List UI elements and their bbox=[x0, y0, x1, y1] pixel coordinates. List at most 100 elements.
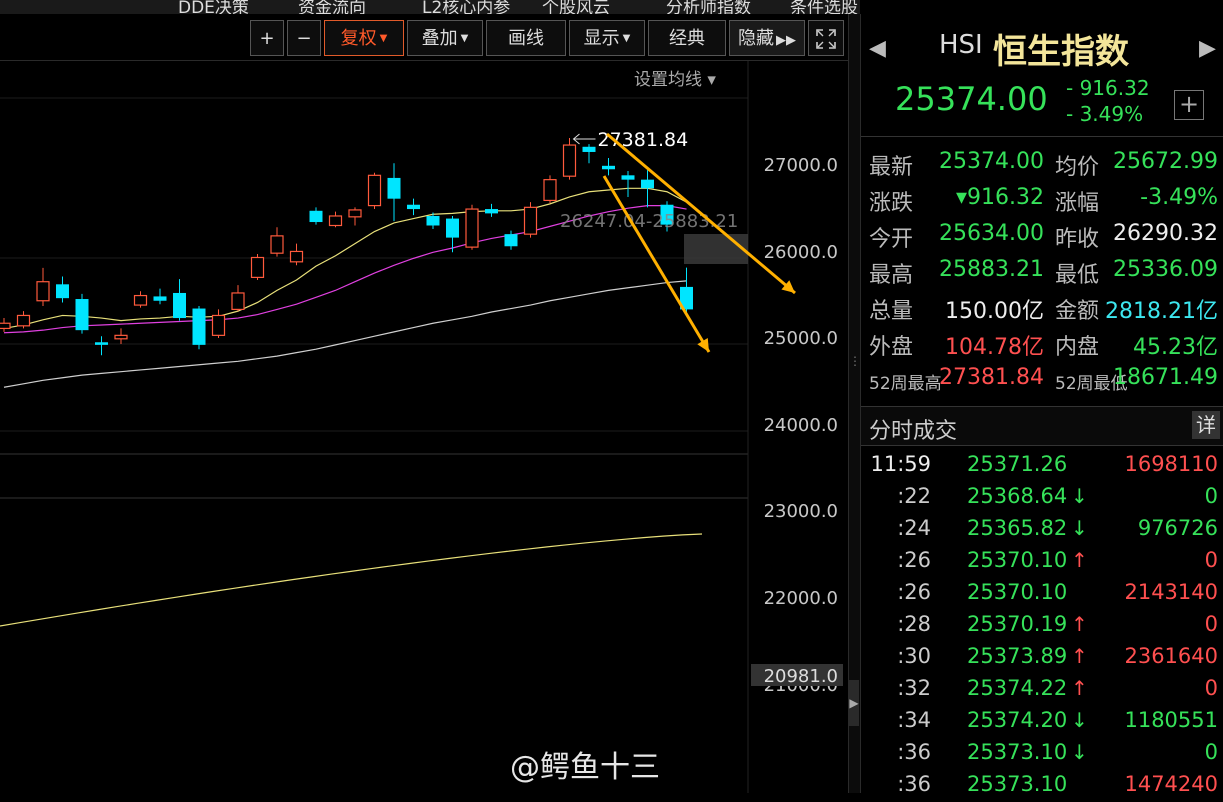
trade-price: 25374.22 bbox=[967, 676, 1068, 700]
menu-analyst[interactable]: 分析师指数 bbox=[666, 0, 751, 14]
add-watchlist-button[interactable]: + bbox=[1174, 90, 1204, 120]
candle-body-up bbox=[562, 144, 577, 177]
trade-direction-icon: ↓ bbox=[1071, 708, 1088, 732]
high-price-label: 27381.84 bbox=[598, 129, 689, 151]
zoom-out-button[interactable]: − bbox=[287, 20, 321, 56]
candle-body-down bbox=[504, 234, 518, 247]
collapse-panel-button[interactable]: ▶ bbox=[849, 680, 859, 726]
candle-body-up bbox=[465, 208, 479, 248]
stat-value: 25883.21 bbox=[939, 257, 1044, 282]
hide-button[interactable]: 隐藏 ▶▶ bbox=[729, 20, 805, 56]
trade-volume: 2143140 bbox=[1124, 580, 1218, 604]
candle-body-up bbox=[231, 292, 245, 310]
draw-line-button[interactable]: 画线 bbox=[486, 20, 566, 56]
candle-body-up bbox=[211, 314, 226, 336]
stat-value: 25634.00 bbox=[939, 221, 1044, 246]
trade-direction-icon: ↓ bbox=[1071, 516, 1088, 540]
quote-header: ◀ HSI 恒生指数 ▶ 25374.00 - 916.32 - 3.49% + bbox=[861, 14, 1223, 137]
stat-value: 26290.32 bbox=[1113, 221, 1218, 246]
stat-label: 52周最高 bbox=[869, 374, 942, 394]
trade-volume: 976726 bbox=[1137, 516, 1218, 540]
trade-volume: 1698110 bbox=[1124, 452, 1218, 476]
trade-price: 25371.26 bbox=[967, 452, 1068, 476]
trades-detail-button[interactable]: 详 bbox=[1192, 411, 1220, 439]
chevron-down-icon: ▼ bbox=[622, 33, 631, 44]
stat-value: 18671.49 bbox=[1113, 365, 1218, 390]
menu-l2[interactable]: L2核心内参 bbox=[422, 0, 510, 14]
candle-body-up bbox=[523, 206, 538, 235]
stat-value: 104.78亿 bbox=[945, 335, 1044, 360]
price-marker-box bbox=[684, 234, 748, 264]
stats-row: 外盘 104.78亿 内盘 45.23亿 bbox=[861, 324, 1223, 360]
chevron-right-icon: ▶ bbox=[849, 696, 859, 710]
menu-stock-news[interactable]: 个股风云 bbox=[542, 0, 610, 14]
display-label: 显示 bbox=[583, 28, 620, 49]
trades-list[interactable]: 11:59 25371.26 1698110:22 25368.64 ↓ 0:24 2536… bbox=[861, 450, 1223, 802]
trade-time: :34 bbox=[897, 708, 931, 732]
trade-row: :36 25373.10 1474240 bbox=[861, 770, 1223, 802]
trade-time: :36 bbox=[897, 740, 931, 764]
trade-direction-icon: ↓ bbox=[1071, 740, 1088, 764]
candle-body-up bbox=[0, 322, 11, 330]
menu-dde[interactable]: DDE决策 bbox=[178, 0, 249, 14]
last-price: 25374.00 bbox=[895, 80, 1048, 118]
stats-row: 最新 25374.00 均价 25672.99 bbox=[861, 144, 1223, 180]
trade-row: :26 25370.10 ↑ 0 bbox=[861, 546, 1223, 578]
trade-volume: 0 bbox=[1204, 676, 1218, 700]
trade-row: :22 25368.64 ↓ 0 bbox=[861, 482, 1223, 514]
candle-body-up bbox=[367, 174, 382, 207]
prev-stock-arrow-icon[interactable]: ◀ bbox=[869, 36, 886, 61]
y-tick-label: 26000.0 bbox=[764, 242, 838, 263]
display-button[interactable]: 显示 ▼ bbox=[569, 20, 645, 56]
stats-row: 今开 25634.00 昨收 26290.32 bbox=[861, 216, 1223, 252]
ma-setting-button[interactable]: 设置均线 ▾ bbox=[634, 70, 716, 90]
trade-row: :24 25365.82 ↓ 976726 bbox=[861, 514, 1223, 546]
trade-row: :28 25370.19 ↑ 0 bbox=[861, 610, 1223, 642]
fuquan-label: 复权 bbox=[340, 28, 377, 49]
stat-label: 内盘 bbox=[1055, 335, 1100, 360]
hide-label: 隐藏 bbox=[738, 28, 774, 49]
trade-row: :30 25373.89 ↑ 2361640 bbox=[861, 642, 1223, 674]
chevron-down-icon: ▼ bbox=[379, 33, 388, 44]
stat-label: 最新 bbox=[869, 155, 914, 180]
chevron-down-icon: ▼ bbox=[460, 33, 469, 44]
stat-label: 今开 bbox=[869, 227, 914, 252]
trade-volume: 0 bbox=[1204, 548, 1218, 572]
trade-price: 25370.10 bbox=[967, 580, 1068, 604]
trade-row: 11:59 25371.26 1698110 bbox=[861, 450, 1223, 482]
overlay-button[interactable]: 叠加 ▼ bbox=[407, 20, 483, 56]
candle-body-down bbox=[95, 342, 108, 345]
candle-body-up bbox=[289, 250, 304, 263]
menu-fund-flow[interactable]: 资金流向 bbox=[298, 0, 366, 14]
candle-body-down bbox=[309, 210, 323, 223]
trades-title: 分时成交 bbox=[869, 419, 958, 444]
stat-label: 最高 bbox=[869, 263, 914, 288]
next-stock-arrow-icon[interactable]: ▶ bbox=[1199, 36, 1216, 61]
trade-time: 11:59 bbox=[870, 452, 931, 476]
trade-row: :36 25373.10 ↓ 0 bbox=[861, 738, 1223, 770]
trade-price: 25370.19 bbox=[967, 612, 1068, 636]
trade-time: :32 bbox=[897, 676, 931, 700]
watermark: @鳄鱼十三 bbox=[510, 750, 660, 785]
trade-price: 25365.82 bbox=[967, 516, 1068, 540]
fuquan-button[interactable]: 复权 ▼ bbox=[324, 20, 404, 56]
candle-body-down bbox=[582, 146, 596, 152]
stats-row: 52周最高 27381.84 52周最低 18671.49 bbox=[861, 360, 1223, 396]
candle-body-down bbox=[485, 209, 498, 214]
trade-volume: 1180551 bbox=[1124, 708, 1218, 732]
menu-condition[interactable]: 条件选股 bbox=[790, 0, 858, 14]
trade-volume: 0 bbox=[1204, 612, 1218, 636]
classic-button[interactable]: 经典 bbox=[648, 20, 726, 56]
trade-price: 25370.10 bbox=[967, 548, 1068, 572]
kline-chart[interactable]: 27000.0 26000.0 25000.0 24000.0 23000.0 22000… bbox=[0, 61, 848, 793]
trade-price: 25368.64 bbox=[967, 484, 1068, 508]
double-chevron-right-icon: ▶▶ bbox=[776, 33, 796, 48]
stat-label: 总量 bbox=[869, 299, 914, 324]
zoom-in-button[interactable]: + bbox=[250, 20, 284, 56]
candle-body-down bbox=[602, 165, 615, 170]
chart-toolbar: + − 复权 ▼ 叠加 ▼ 画线 显示 ▼ 经典 隐藏 ▶▶ bbox=[0, 14, 848, 61]
trade-price: 25374.20 bbox=[967, 708, 1068, 732]
trade-time: :26 bbox=[897, 548, 931, 572]
trade-volume: 1474240 bbox=[1124, 772, 1218, 796]
fullscreen-button[interactable] bbox=[808, 20, 844, 56]
